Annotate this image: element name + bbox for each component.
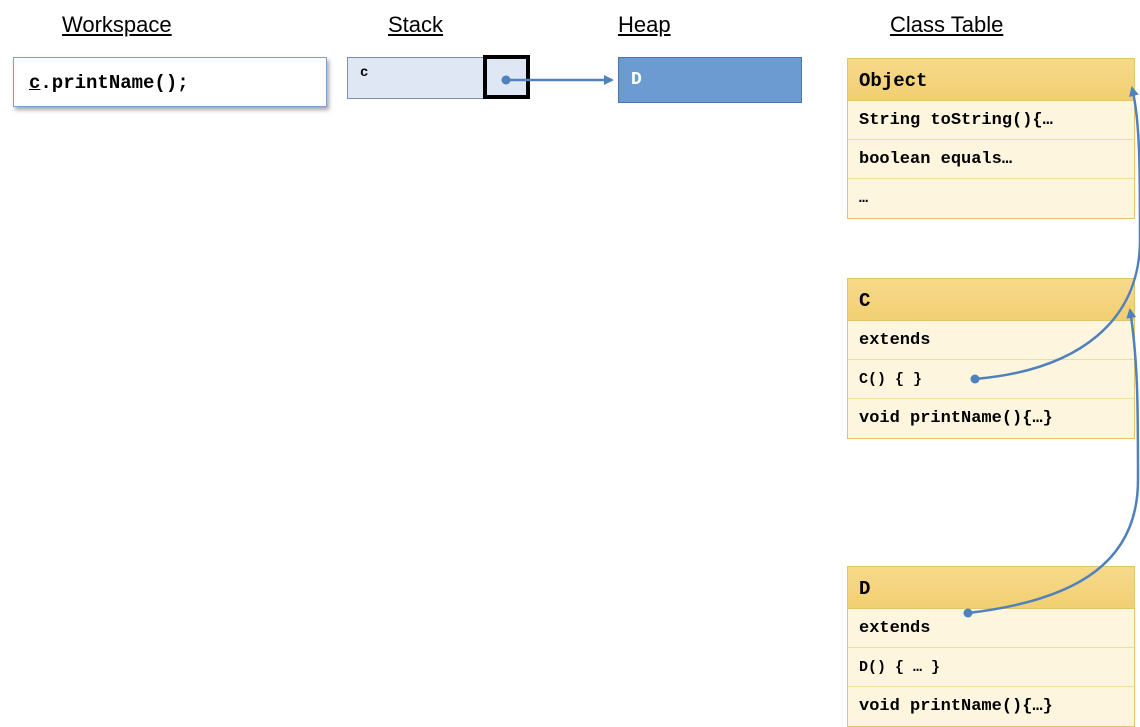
workspace-code-var: c <box>29 72 40 94</box>
stack-header: Stack <box>388 12 443 38</box>
class-table-header: Class Table <box>890 12 1003 38</box>
class-d-row: void printName(){…} <box>848 687 1134 726</box>
class-d-row: D() { … } <box>848 648 1134 687</box>
workspace-box: c.printName(); <box>13 57 327 107</box>
class-object-row: … <box>848 179 1134 218</box>
class-c-title: C <box>848 279 1134 321</box>
class-d-row: extends <box>848 609 1134 648</box>
class-object: Object String toString(){… boolean equal… <box>847 58 1135 219</box>
class-object-title: Object <box>848 59 1134 101</box>
stack-variable-name: c <box>360 65 368 81</box>
class-d: D extends D() { … } void printName(){…} <box>847 566 1135 727</box>
class-object-row: boolean equals… <box>848 140 1134 179</box>
stack-reference-slot <box>483 55 530 99</box>
heap-object-label: D <box>631 70 642 90</box>
class-d-title: D <box>848 567 1134 609</box>
class-c-row: extends <box>848 321 1134 360</box>
heap-header: Heap <box>618 12 671 38</box>
class-c-row: C() { } <box>848 360 1134 399</box>
class-object-row: String toString(){… <box>848 101 1134 140</box>
workspace-header: Workspace <box>62 12 172 38</box>
workspace-code: c.printName(); <box>29 72 189 94</box>
class-c: C extends C() { } void printName(){…} <box>847 278 1135 439</box>
class-c-row: void printName(){…} <box>848 399 1134 438</box>
heap-object: D <box>618 57 802 103</box>
workspace-code-rest: .printName(); <box>40 72 188 94</box>
